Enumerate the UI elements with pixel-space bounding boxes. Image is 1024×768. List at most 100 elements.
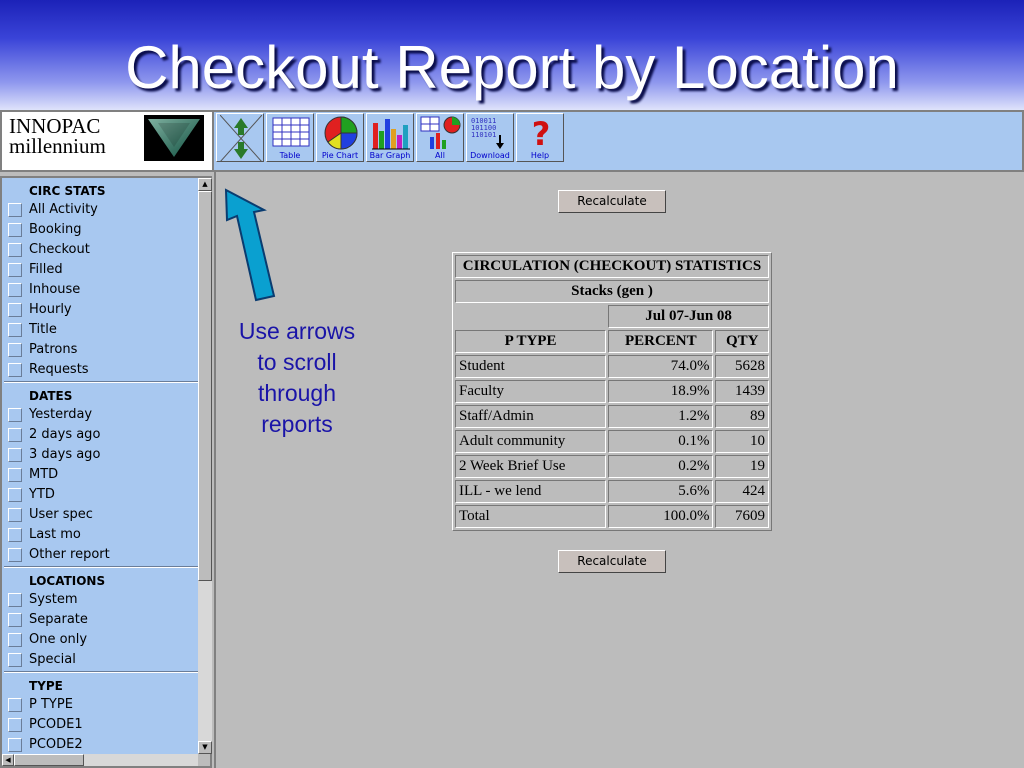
checkbox[interactable]: [8, 593, 22, 607]
checkbox[interactable]: [8, 283, 22, 297]
checkbox[interactable]: [8, 263, 22, 277]
table-button[interactable]: Table: [266, 113, 314, 162]
sidebar-item-one-only[interactable]: One only: [2, 630, 198, 650]
checkbox[interactable]: [8, 343, 22, 357]
download-button[interactable]: 010011 101100 110101 Download: [466, 113, 514, 162]
qty-cell: 424: [715, 480, 769, 503]
sidebar-item-3-days-ago[interactable]: 3 days ago: [2, 445, 198, 465]
checkbox[interactable]: [8, 468, 22, 482]
sidebar-item-title[interactable]: Title: [2, 320, 198, 340]
sidebar-item-label: MTD: [29, 467, 59, 482]
sidebar-item-all-activity[interactable]: All Activity: [2, 200, 198, 220]
sidebar-item-label: User spec: [29, 507, 93, 522]
sidebar-item-ytd[interactable]: YTD: [2, 485, 198, 505]
checkbox[interactable]: [8, 738, 22, 752]
sidebar-item-filled[interactable]: Filled: [2, 260, 198, 280]
help-icon: ?: [532, 115, 551, 151]
sidebar-item-last-mo[interactable]: Last mo: [2, 525, 198, 545]
column-header-percent: PERCENT: [608, 330, 714, 353]
sidebar-item-requests[interactable]: Requests: [2, 360, 198, 380]
sidebar-item-inhouse[interactable]: Inhouse: [2, 280, 198, 300]
sidebar-vertical-scrollbar[interactable]: ▲ ▼: [198, 178, 212, 754]
slide-banner: Checkout Report by Location: [0, 0, 1024, 110]
sidebar-item-booking[interactable]: Booking: [2, 220, 198, 240]
sidebar-item-special[interactable]: Special: [2, 650, 198, 670]
sidebar-item-label: Booking: [29, 222, 82, 237]
scroll-up-icon[interactable]: ▲: [198, 178, 212, 191]
blank-cell: [455, 305, 606, 328]
ptype-cell: Faculty: [455, 380, 607, 403]
scroll-down-icon[interactable]: ▼: [198, 741, 212, 754]
download-icon: 010011 101100 110101: [471, 117, 504, 149]
all-views-icon: [420, 116, 461, 149]
table-icon: [272, 117, 310, 147]
sidebar-item-yesterday[interactable]: Yesterday: [2, 405, 198, 425]
scroll-arrows-button[interactable]: [216, 113, 264, 162]
sidebar-item-separate[interactable]: Separate: [2, 610, 198, 630]
checkbox[interactable]: [8, 303, 22, 317]
checkbox[interactable]: [8, 203, 22, 217]
checkbox[interactable]: [8, 408, 22, 422]
sidebar-item-hourly[interactable]: Hourly: [2, 300, 198, 320]
sidebar-item-pcode2[interactable]: PCODE2: [2, 735, 198, 754]
ptype-cell: Adult community: [455, 430, 607, 453]
section-divider: [4, 566, 198, 568]
section-heading-circ-stats: CIRC STATS: [29, 184, 106, 198]
report-location: Stacks (gen ): [455, 280, 769, 303]
checkbox[interactable]: [8, 698, 22, 712]
sidebar-horizontal-scrollbar[interactable]: ◀: [2, 754, 198, 766]
sidebar-item-label: Yesterday: [29, 407, 93, 422]
scroll-thumb[interactable]: [198, 191, 212, 581]
report-title: CIRCULATION (CHECKOUT) STATISTICS: [455, 255, 769, 278]
checkbox[interactable]: [8, 613, 22, 627]
percent-cell: 18.9%: [608, 380, 714, 403]
all-views-button[interactable]: All: [416, 113, 464, 162]
qty-cell: 89: [715, 405, 769, 428]
checkbox[interactable]: [8, 508, 22, 522]
ptype-cell: 2 Week Brief Use: [455, 455, 607, 478]
bar-graph-icon: [372, 119, 410, 150]
sidebar-item-patrons[interactable]: Patrons: [2, 340, 198, 360]
checkbox[interactable]: [8, 323, 22, 337]
sidebar-item-user-spec[interactable]: User spec: [2, 505, 198, 525]
checkbox[interactable]: [8, 223, 22, 237]
percent-cell: 5.6%: [608, 480, 714, 503]
recalculate-button-top[interactable]: Recalculate: [558, 190, 666, 213]
sidebar-item-label: Special: [29, 652, 76, 667]
table-row: Adult community 0.1% 10: [455, 430, 769, 453]
table-row: 2 Week Brief Use 0.2% 19: [455, 455, 769, 478]
checkbox[interactable]: [8, 653, 22, 667]
bar-graph-button[interactable]: Bar Graph: [366, 113, 414, 162]
sidebar-item-mtd[interactable]: MTD: [2, 465, 198, 485]
checkbox[interactable]: [8, 363, 22, 377]
sidebar-item-pcode1[interactable]: PCODE1: [2, 715, 198, 735]
checkbox[interactable]: [8, 548, 22, 562]
annotation-text: Use arrows to scroll through reports: [238, 318, 356, 437]
checkbox[interactable]: [8, 428, 22, 442]
innopac-logo-text: INNOPAC millennium: [9, 116, 106, 157]
recalculate-button-bottom[interactable]: Recalculate: [558, 550, 666, 573]
section-heading-locations: LOCATIONS: [29, 574, 106, 588]
section-divider: [4, 381, 198, 383]
sidebar-item-2-days-ago[interactable]: 2 days ago: [2, 425, 198, 445]
sidebar-item-label: Checkout: [29, 242, 90, 257]
checkbox[interactable]: [8, 718, 22, 732]
sidebar-item-other-report[interactable]: Other report: [2, 545, 198, 565]
checkbox[interactable]: [8, 448, 22, 462]
sidebar-item-checkout[interactable]: Checkout: [2, 240, 198, 260]
checkbox[interactable]: [8, 243, 22, 257]
sidebar-item-p-type[interactable]: P TYPE: [2, 695, 198, 715]
checkbox[interactable]: [8, 488, 22, 502]
sidebar-item-label: Inhouse: [29, 282, 81, 297]
report-period: Jul 07-Jun 08: [608, 305, 769, 328]
innopac-logo-mark: [144, 115, 204, 161]
pie-chart-button[interactable]: Pie Chart: [316, 113, 364, 162]
scroll-thumb[interactable]: [14, 754, 84, 766]
checkbox[interactable]: [8, 633, 22, 647]
checkbox[interactable]: [8, 528, 22, 542]
sidebar-item-system[interactable]: System: [2, 590, 198, 610]
help-button[interactable]: ? Help: [516, 113, 564, 162]
scroll-left-icon[interactable]: ◀: [2, 754, 14, 766]
sidebar-menu: CIRC STATS All Activity Booking Checkout…: [2, 178, 198, 754]
section-divider: [4, 671, 198, 673]
